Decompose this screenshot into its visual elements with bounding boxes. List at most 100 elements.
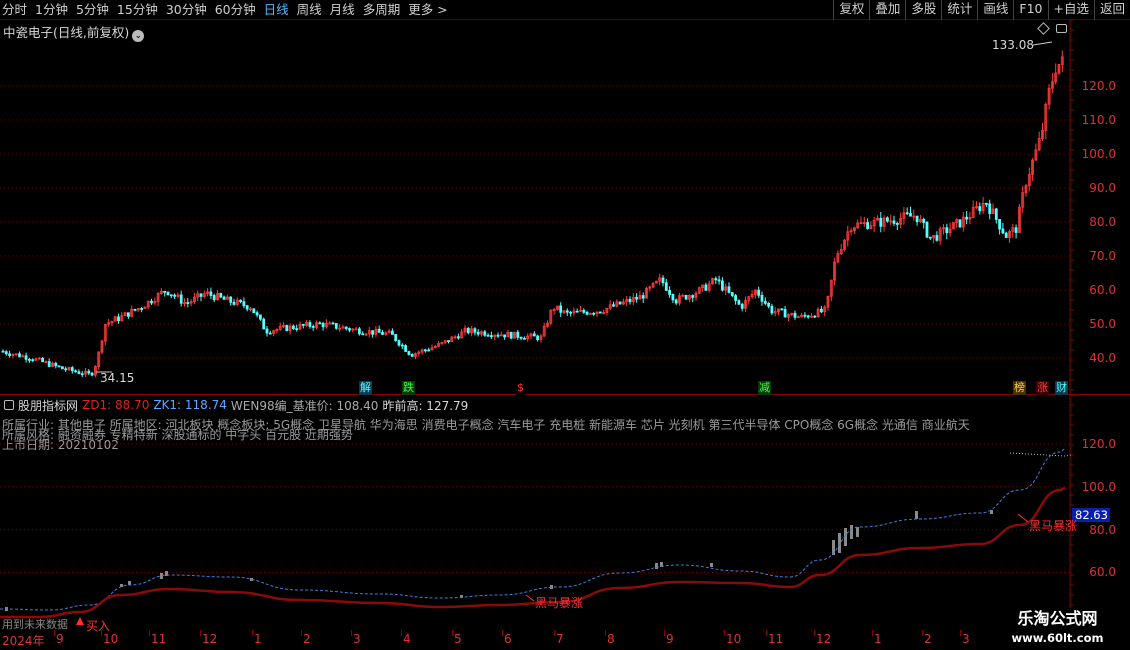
period-tab-0[interactable]: 分时 [2, 0, 27, 20]
period-tab-9[interactable]: 多周期 [363, 0, 401, 20]
candle-body [311, 325, 315, 328]
candle-body [671, 294, 675, 301]
candle-body [163, 290, 167, 293]
candle-body [169, 294, 173, 297]
month-label-9: 6 [504, 632, 512, 646]
candle-body [61, 366, 64, 370]
indicator-tick-2: 80.0 [1089, 522, 1116, 537]
candle-body [618, 301, 622, 305]
candle-body [410, 354, 414, 357]
candle-body [664, 282, 668, 291]
candle-body [661, 277, 665, 284]
candle-body [41, 357, 44, 363]
candle-body [222, 296, 226, 300]
candle-body [730, 292, 734, 296]
period-tab-7[interactable]: 周线 [297, 0, 322, 20]
candle-body [503, 334, 507, 338]
period-tab-8[interactable]: 月线 [330, 0, 355, 20]
candle-body [496, 334, 500, 337]
candle-body [895, 223, 899, 225]
candle-body [674, 299, 678, 304]
candle-body [783, 309, 787, 318]
signal-label-2: 黑马暴涨 [1029, 519, 1078, 533]
event-icon-0[interactable]: 解 [359, 381, 372, 395]
event-icon-1[interactable]: 跌 [402, 381, 415, 395]
price-tick-1: 110.0 [1081, 113, 1116, 127]
tool-button-1[interactable]: 叠加 [869, 0, 905, 20]
candle-body [935, 235, 939, 241]
tool-button-4[interactable]: 画线 [977, 0, 1013, 20]
candle-body [262, 318, 266, 330]
candlestick-chart[interactable] [0, 20, 1130, 395]
price-tick-2: 100.0 [1081, 147, 1116, 161]
price-tick-8: 40.0 [1089, 351, 1116, 365]
month-tick [301, 630, 302, 636]
candle-body [509, 332, 513, 339]
watermark-title: 乐淘公式网 [1017, 609, 1098, 628]
candle-body [427, 349, 431, 352]
candle-body [915, 215, 919, 223]
candle-body [714, 278, 718, 281]
candle-body [994, 208, 998, 220]
indicator-bar [915, 511, 918, 519]
period-tab-3[interactable]: 15分钟 [117, 0, 158, 20]
candle-body [127, 312, 130, 317]
candle-body [252, 308, 256, 314]
candle-body [684, 294, 688, 300]
watermark-url: www.60lt.com [1011, 631, 1104, 645]
event-icon-2[interactable]: $ [516, 381, 525, 395]
price-tick-5: 70.0 [1089, 249, 1116, 263]
period-tab-6[interactable]: 日线 [264, 0, 289, 20]
candle-body [559, 305, 563, 313]
tool-button-0[interactable]: 复权 [833, 0, 869, 20]
period-toolbar: 分时 1分钟 5分钟 15分钟 30分钟 60分钟 日线 周线 月线 多周期 更多 > 复权 叠加 多股… [0, 0, 1130, 20]
candle-body [879, 217, 883, 227]
event-icon-3[interactable]: 减 [758, 381, 771, 395]
month-label-0: 9 [56, 632, 64, 646]
month-label-8: 5 [454, 632, 462, 646]
tool-button-3[interactable]: 统计 [941, 0, 977, 20]
month-label-14: 11 [768, 632, 784, 646]
event-icon-4[interactable]: 榜 [1013, 381, 1026, 395]
period-tab-10[interactable]: 更多 > [408, 0, 447, 20]
period-tab-1[interactable]: 1分钟 [35, 0, 68, 20]
candle-body [77, 371, 81, 375]
candle-body [232, 301, 236, 305]
candle-body [978, 206, 982, 212]
candle-body [516, 331, 520, 338]
candle-body [668, 289, 671, 295]
event-icon-5[interactable]: 涨 [1036, 381, 1049, 395]
candle-body [229, 296, 233, 303]
candle-body [295, 328, 299, 331]
tool-button-6[interactable]: +自选 [1047, 0, 1094, 20]
month-label-16: 1 [874, 632, 882, 646]
month-label-3: 12 [202, 632, 218, 646]
candle-body [209, 291, 213, 296]
candle-body [407, 351, 411, 355]
period-tab-5[interactable]: 60分钟 [215, 0, 256, 20]
buy-arrow-icon [76, 617, 84, 625]
event-icon-6[interactable]: 财 [1055, 381, 1068, 395]
period-tab-2[interactable]: 5分钟 [76, 0, 109, 20]
candle-body [74, 370, 77, 373]
month-tick [200, 630, 201, 636]
tool-button-5[interactable]: F10 [1013, 0, 1047, 20]
candle-body [400, 344, 404, 347]
tool-button-2[interactable]: 多股 [905, 0, 941, 20]
tool-button-7[interactable]: 返回 [1093, 0, 1130, 20]
month-label-13: 10 [726, 632, 742, 646]
candle-body [958, 219, 962, 228]
zd1-line [0, 486, 1066, 619]
month-tick [814, 630, 815, 636]
candle-body [928, 236, 932, 239]
candle-body [717, 279, 721, 282]
indicator-tick-0: 120.0 [1081, 437, 1116, 451]
candle-body [922, 218, 926, 223]
period-tab-4[interactable]: 30分钟 [166, 0, 207, 20]
candle-body [1, 350, 5, 353]
date-axis: 2024年 9 10 11 12 1 2 3 4 5 6 7 8 9 10 11 12 1 2 3 [0, 630, 1130, 650]
candle-body [90, 372, 94, 376]
candle-body [575, 310, 579, 313]
high-pointer [1032, 41, 1053, 46]
candle-body [331, 322, 335, 325]
